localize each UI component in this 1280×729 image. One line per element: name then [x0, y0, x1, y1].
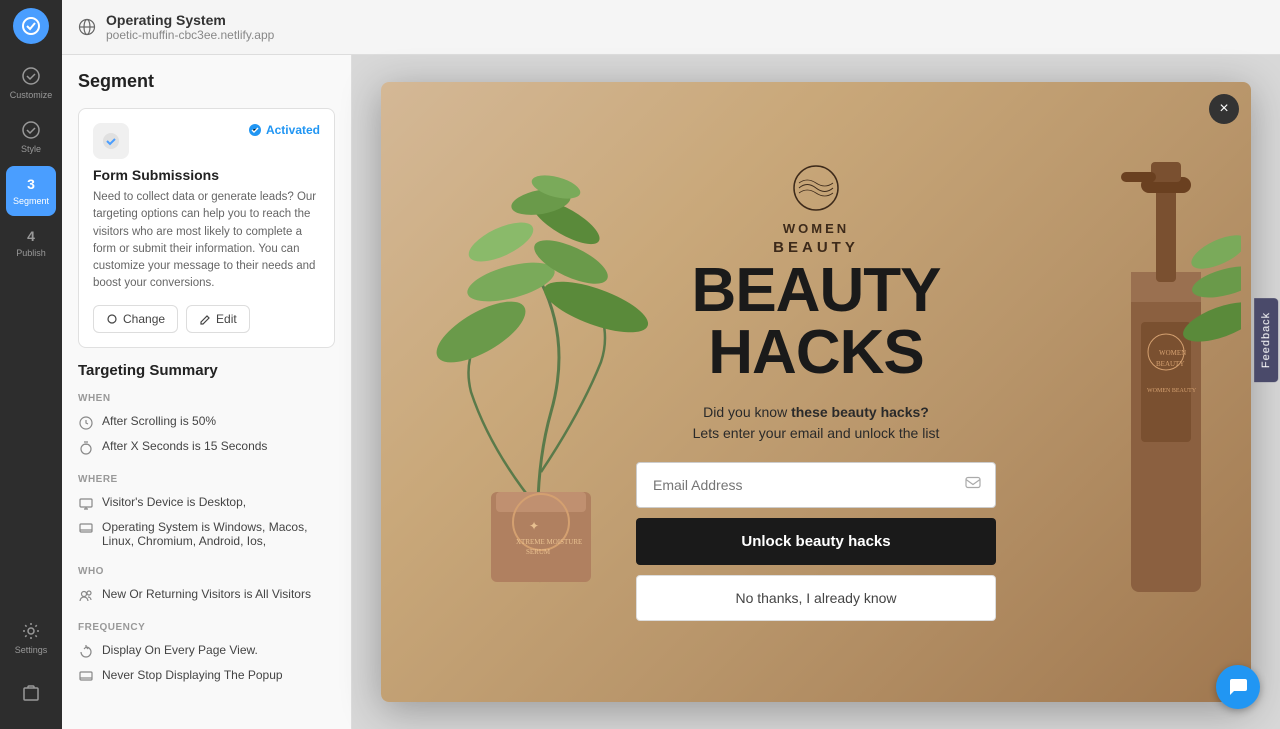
segment-actions: Change Edit: [93, 305, 320, 333]
targeting-row-scroll: After Scrolling is 50%: [78, 410, 335, 435]
email-input[interactable]: [636, 462, 996, 508]
brand-line2: BEAUTY: [773, 239, 859, 256]
segment-panel: Segment Activated Form Submissions Need …: [62, 55, 352, 729]
topbar-info: Operating System poetic-muffin-cbc3ee.ne…: [106, 12, 274, 42]
frequency-label: FREQUENCY: [78, 622, 335, 633]
targeting-row-os: Operating System is Windows, Macos, Linu…: [78, 516, 335, 552]
topbar: Operating System poetic-muffin-cbc3ee.ne…: [62, 0, 1280, 55]
segment-card: Activated Form Submissions Need to colle…: [78, 108, 335, 348]
email-icon: [964, 473, 982, 496]
popup-close-button[interactable]: ×: [1209, 94, 1239, 124]
feedback-tab[interactable]: Feedback: [1254, 298, 1278, 382]
targeting-row-device: Visitor's Device is Desktop,: [78, 491, 335, 516]
segment-card-title: Form Submissions: [93, 167, 320, 183]
app-logo: [13, 8, 49, 44]
main-area: ✦ XTREME MOISTURE SERUM WOMEN: [352, 55, 1280, 729]
svg-text:WOMEN: WOMEN: [1159, 349, 1186, 357]
segment-title: Segment: [78, 71, 335, 92]
desktop-icon: [78, 496, 94, 512]
svg-text:WOMEN BEAUTY: WOMEN BEAUTY: [1147, 388, 1197, 394]
chat-icon: [1227, 676, 1249, 698]
popup-container: ✦ XTREME MOISTURE SERUM WOMEN: [381, 82, 1251, 702]
users-icon: [78, 588, 94, 604]
targeting-os-text: Operating System is Windows, Macos, Linu…: [102, 520, 335, 548]
targeting-freq2-text: Never Stop Displaying The Popup: [102, 668, 283, 682]
targeting-freq1-text: Display On Every Page View.: [102, 643, 258, 657]
sidebar: Customize Style 3 Segment 4 Publish Sett…: [0, 0, 62, 729]
no-thanks-button[interactable]: No thanks, I already know: [636, 575, 996, 621]
women-beauty-logo: [791, 163, 841, 218]
segment-card-icon: [93, 123, 129, 159]
popup-content: WOMEN BEAUTY BEAUTY HACKS Did you know t…: [616, 82, 1016, 702]
targeting-scroll-text: After Scrolling is 50%: [102, 414, 216, 428]
brand-logo-icon: [791, 163, 841, 213]
unlock-button[interactable]: Unlock beauty hacks: [636, 518, 996, 565]
globe-icon: [78, 18, 96, 36]
sidebar-item-settings[interactable]: Settings: [0, 611, 62, 665]
svg-text:SERUM: SERUM: [526, 548, 551, 556]
sidebar-item-style[interactable]: Style: [0, 110, 62, 164]
edit-button[interactable]: Edit: [186, 305, 250, 333]
sidebar-item-customize[interactable]: Customize: [0, 56, 62, 110]
monitor-icon: [78, 521, 94, 537]
email-input-wrap: [636, 462, 996, 508]
sidebar-item-segment[interactable]: 3 Segment: [6, 166, 56, 216]
activated-badge: Activated: [248, 123, 320, 137]
targeting-row-seconds: After X Seconds is 15 Seconds: [78, 435, 335, 460]
refresh-icon: [78, 644, 94, 660]
sidebar-item-projects[interactable]: [0, 673, 62, 713]
targeting-device-text: Visitor's Device is Desktop,: [102, 495, 246, 509]
svg-text:✦: ✦: [529, 519, 539, 533]
segment-card-description: Need to collect data or generate leads? …: [93, 189, 320, 293]
brand-line1: WOMEN: [783, 220, 849, 238]
targeting-seconds-text: After X Seconds is 15 Seconds: [102, 439, 267, 453]
timer-icon: [78, 440, 94, 456]
targeting-row-frequency1: Display On Every Page View.: [78, 639, 335, 664]
bottle-decoration: WOMEN BEAUTY WOMEN BEAUTY: [1091, 122, 1241, 642]
change-button[interactable]: Change: [93, 305, 178, 333]
chat-bubble[interactable]: [1216, 665, 1260, 709]
sidebar-item-publish[interactable]: 4 Publish: [0, 218, 62, 268]
when-label: WHEN: [78, 393, 335, 404]
svg-text:BEAUTY: BEAUTY: [1156, 360, 1184, 368]
monitor2-icon: [78, 669, 94, 685]
where-label: WHERE: [78, 474, 335, 485]
popup-main-title: BEAUTY HACKS: [636, 260, 996, 384]
popup-tagline: Did you know these beauty hacks? Lets en…: [693, 402, 940, 444]
svg-text:XTREME MOISTURE: XTREME MOISTURE: [516, 538, 582, 546]
targeting-visitors-text: New Or Returning Visitors is All Visitor…: [102, 587, 311, 601]
targeting-summary-title: Targeting Summary: [78, 362, 335, 379]
popup-background: ✦ XTREME MOISTURE SERUM WOMEN: [381, 82, 1251, 702]
targeting-row-frequency2: Never Stop Displaying The Popup: [78, 664, 335, 689]
scroll-icon: [78, 415, 94, 431]
who-label: WHO: [78, 566, 335, 577]
targeting-row-visitors: New Or Returning Visitors is All Visitor…: [78, 583, 335, 608]
